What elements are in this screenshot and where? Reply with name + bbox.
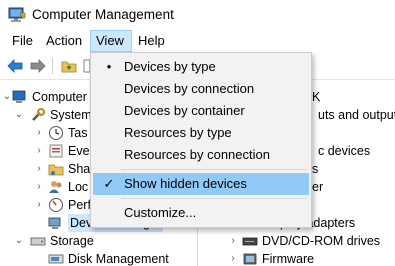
- device-category-dvd[interactable]: › DVD/CD-ROM drives: [200, 232, 395, 250]
- menu-file[interactable]: File: [7, 30, 38, 52]
- title-bar: Computer Management: [0, 0, 395, 30]
- expand-chevron-icon[interactable]: ›: [34, 124, 44, 142]
- tree-label-local: Loc: [68, 180, 89, 194]
- back-arrow-icon[interactable]: [6, 57, 24, 75]
- device-category-label: DVD/CD-ROM drives: [262, 234, 381, 248]
- device-category-label: s: [312, 162, 319, 176]
- tree-label-computer: Computer: [32, 90, 87, 104]
- menu-item-customize[interactable]: Customize...: [93, 202, 309, 224]
- menu-item-devices-by-type[interactable]: • Devices by type: [93, 56, 309, 78]
- menu-item-label: Resources by connection: [124, 147, 270, 162]
- computer-management-icon: [12, 90, 26, 103]
- menu-separator: [121, 198, 307, 199]
- performance-icon: [49, 198, 63, 212]
- expand-chevron-icon[interactable]: ›: [34, 178, 44, 196]
- window-title: Computer Management: [32, 7, 174, 22]
- tree-label-task: Tas: [68, 126, 88, 140]
- collapse-chevron-icon[interactable]: ⌄: [14, 232, 24, 250]
- device-category-label: uts and outputs: [318, 108, 395, 122]
- dvd-drive-icon: [242, 237, 258, 246]
- device-category-label: Firmware: [262, 252, 315, 266]
- tree-label-event: Eve: [68, 144, 90, 158]
- expand-chevron-icon[interactable]: ›: [34, 196, 44, 214]
- tree-item-storage[interactable]: ⌄ Storage: [0, 232, 198, 250]
- device-manager-icon: [48, 217, 61, 229]
- device-category-label: c devices: [318, 144, 371, 158]
- firmware-icon: [243, 253, 257, 265]
- menu-separator: [121, 169, 307, 170]
- users-icon: [49, 181, 62, 193]
- menu-item-label: Devices by type: [124, 59, 216, 74]
- tree-label-disk-management: Disk Management: [68, 252, 169, 266]
- menu-item-devices-by-connection[interactable]: Devices by connection: [93, 78, 309, 100]
- menu-action[interactable]: Action: [41, 30, 87, 52]
- collapse-chevron-icon[interactable]: ⌄: [2, 88, 12, 106]
- tree-label-shared: Sha: [68, 162, 91, 176]
- menu-item-label: Resources by type: [124, 125, 232, 140]
- tree-label-system: System: [50, 108, 92, 122]
- storage-icon: [30, 237, 46, 246]
- expand-chevron-icon[interactable]: ›: [228, 232, 238, 250]
- clock-icon: [49, 126, 63, 140]
- radio-bullet-icon: •: [106, 59, 112, 74]
- menu-item-show-hidden-devices[interactable]: ✓ Show hidden devices: [93, 173, 309, 195]
- tree-label-perf: Perf: [68, 198, 91, 212]
- menu-item-resources-by-type[interactable]: Resources by type: [93, 122, 309, 144]
- up-folder-icon[interactable]: [60, 57, 78, 75]
- menu-item-label: Show hidden devices: [124, 176, 247, 191]
- checkmark-icon: ✓: [103, 176, 115, 191]
- view-menu-dropdown: • Devices by type Devices by connection …: [90, 52, 312, 228]
- disk-management-icon: [48, 254, 64, 264]
- menu-help[interactable]: Help: [133, 30, 170, 52]
- tree-item-disk-management[interactable]: Disk Management: [0, 250, 198, 266]
- device-category-firmware[interactable]: › Firmware: [200, 250, 395, 266]
- menu-bar: File Action View Help: [0, 30, 395, 52]
- shared-folder-icon: [48, 164, 64, 176]
- expand-chevron-icon[interactable]: ›: [34, 142, 44, 160]
- menu-item-label: Devices by connection: [124, 81, 255, 96]
- device-category-label: er: [312, 180, 324, 194]
- toolbar-separator: [52, 58, 53, 74]
- menu-item-label: Devices by container: [124, 103, 245, 118]
- tree-label-storage: Storage: [50, 234, 94, 248]
- collapse-chevron-icon[interactable]: ⌄: [14, 106, 24, 124]
- menu-item-label: Customize...: [124, 205, 197, 220]
- forward-arrow-icon[interactable]: [29, 57, 47, 75]
- computer-management-icon: [8, 7, 26, 22]
- menu-item-resources-by-connection[interactable]: Resources by connection: [93, 144, 309, 166]
- menu-view[interactable]: View: [90, 30, 132, 52]
- system-tools-icon: [32, 108, 45, 121]
- event-viewer-icon: [49, 144, 63, 158]
- expand-chevron-icon[interactable]: ›: [34, 160, 44, 178]
- expand-chevron-icon[interactable]: ›: [228, 250, 238, 266]
- menu-item-devices-by-container[interactable]: Devices by container: [93, 100, 309, 122]
- header-fragment: K: [312, 90, 321, 104]
